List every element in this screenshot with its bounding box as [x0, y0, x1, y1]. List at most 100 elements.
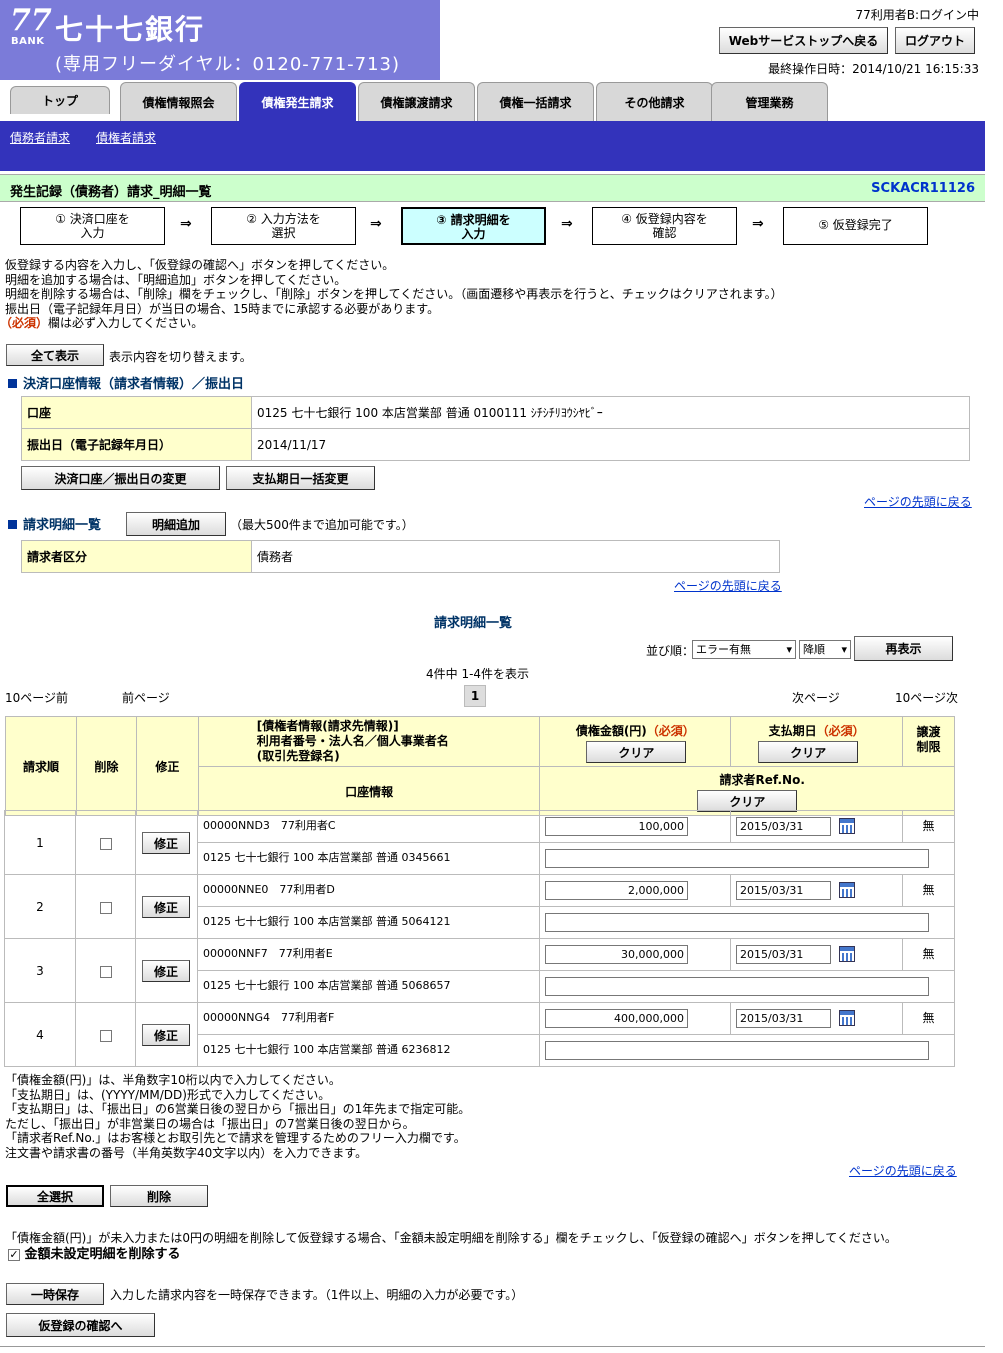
- edit-row-button[interactable]: 修正: [142, 896, 190, 918]
- tab-other-request[interactable]: その他請求: [596, 82, 713, 122]
- due-date-input[interactable]: 2015/03/31: [736, 881, 831, 900]
- step-4: ④ 仮登録内容を 確認: [592, 207, 737, 245]
- sort-key-select[interactable]: エラー有無 ▾: [692, 640, 796, 659]
- tab-management[interactable]: 管理業務: [711, 82, 828, 122]
- amount-input[interactable]: 100,000: [545, 817, 688, 836]
- cell-delete: [75, 874, 136, 939]
- calendar-icon[interactable]: [839, 882, 855, 898]
- select-all-button[interactable]: 全選択: [6, 1185, 104, 1207]
- calendar-icon[interactable]: [839, 818, 855, 834]
- edit-row-button[interactable]: 修正: [142, 832, 190, 854]
- account-info-table: 口座 0125 七十七銀行 100 本店営業部 普通 0100111 ｼﾁｼﾁﾘﾖ…: [21, 396, 970, 461]
- ref-no-input[interactable]: [545, 1041, 929, 1060]
- cell-order: 1: [4, 810, 76, 875]
- sort-order-select[interactable]: 降順 ▾: [799, 640, 851, 659]
- cell-edit: 修正: [135, 810, 198, 875]
- table-row: 2 修正 00000NNE0 77利用者D 0125 七十七銀行 100 本店営業部 …: [4, 874, 955, 939]
- back-to-top-link-1[interactable]: ページの先頭に戻る: [864, 493, 972, 510]
- confirm-registration-button[interactable]: 仮登録の確認へ: [6, 1313, 155, 1337]
- step-3-line1: ③ 請求明細を: [436, 213, 511, 227]
- add-detail-button[interactable]: 明細追加: [126, 512, 226, 536]
- col-header-order: 請求順: [5, 716, 77, 816]
- calendar-icon[interactable]: [839, 946, 855, 962]
- subnav-debtor-request[interactable]: 債務者請求: [10, 129, 70, 146]
- cell-amount: 100,000: [539, 810, 731, 843]
- amount-input[interactable]: 2,000,000: [545, 881, 688, 900]
- creditor-header-line3: (取引先登録名): [256, 749, 340, 763]
- free-dial: (専用フリーダイヤル：0120-771-713): [55, 54, 401, 75]
- cell-due-date: 2015/03/31: [730, 938, 903, 971]
- cell-transfer-limit: 無: [902, 938, 955, 971]
- step-1-line2: 入力: [80, 226, 105, 240]
- delete-button[interactable]: 削除: [110, 1185, 208, 1207]
- step-1-line1: ① 決済口座を: [55, 212, 130, 226]
- instruction-line: 明細を追加する場合は、「明細追加」ボタンを押してください。: [5, 272, 347, 287]
- transfer-header-line2: 制限: [916, 740, 941, 754]
- issue-date-value: 2014/11/17: [251, 428, 970, 461]
- due-date-input[interactable]: 2015/03/31: [736, 817, 831, 836]
- amount-clear-button[interactable]: クリア: [586, 741, 687, 763]
- ref-clear-button[interactable]: クリア: [697, 790, 798, 812]
- delete-zero-amount-checkbox[interactable]: ✓: [8, 1248, 20, 1261]
- ref-no-input[interactable]: [545, 977, 929, 996]
- cell-delete: [75, 938, 136, 1003]
- ref-no-input[interactable]: [545, 913, 929, 932]
- requester-type-value: 債務者: [251, 540, 780, 573]
- temp-save-button[interactable]: 一時保存: [6, 1283, 104, 1305]
- col-header-amount: 債権金額(円)（必須） クリア: [539, 716, 732, 767]
- table-row: 3 修正 00000NNF7 77利用者E 0125 七十七銀行 100 本店営業部 …: [4, 938, 955, 1003]
- back-to-top-link-3[interactable]: ページの先頭に戻る: [849, 1162, 957, 1179]
- tab-credit-issue[interactable]: 債権発生請求: [239, 82, 356, 122]
- delete-row-checkbox[interactable]: [99, 837, 112, 850]
- cell-creditor: 00000NNE0 77利用者D: [197, 874, 540, 907]
- change-account-date-button[interactable]: 決済口座／振出日の変更: [21, 466, 220, 490]
- step-2-line2: 選択: [271, 226, 296, 240]
- col-header-delete: 削除: [75, 716, 137, 816]
- back-to-top-link-2[interactable]: ページの先頭に戻る: [674, 577, 782, 594]
- pager-next: 次ページ: [792, 691, 840, 705]
- due-date-input[interactable]: 2015/03/31: [736, 945, 831, 964]
- subnav-creditor-request[interactable]: 債権者請求: [96, 129, 156, 146]
- delete-row-checkbox[interactable]: [99, 965, 112, 978]
- ref-no-input[interactable]: [545, 849, 929, 868]
- due-clear-button[interactable]: クリア: [758, 741, 859, 763]
- cell-edit: 修正: [135, 1002, 198, 1067]
- amount-input[interactable]: 30,000,000: [545, 945, 688, 964]
- step-arrow-1: ⇒: [180, 216, 192, 232]
- calendar-icon[interactable]: [839, 1010, 855, 1026]
- delete-row-checkbox[interactable]: [99, 1029, 112, 1042]
- cell-edit: 修正: [135, 938, 198, 1003]
- requester-type-table: 請求者区分 債務者: [21, 540, 780, 573]
- instructions: 仮登録する内容を入力し、「仮登録の確認へ」ボタンを押してください。 明細を追加す…: [0, 258, 783, 331]
- show-all-button[interactable]: 全て表示: [6, 344, 104, 366]
- page-title-bar: 発生記録（債務者）請求_明細一覧 SCKACR11126: [0, 174, 985, 202]
- amount-header-text: 債権金額(円): [575, 724, 647, 738]
- amount-input[interactable]: 400,000,000: [545, 1009, 688, 1028]
- due-date-input[interactable]: 2015/03/31: [736, 1009, 831, 1028]
- logo-number: 77: [10, 3, 52, 38]
- creditor-header-line1: [債権者情報(請求先情報)]: [256, 719, 399, 733]
- edit-row-button[interactable]: 修正: [142, 960, 190, 982]
- tab-credit-transfer[interactable]: 債権譲渡請求: [358, 82, 475, 122]
- cell-ref: [539, 1034, 955, 1067]
- table-row: 4 修正 00000NNG4 77利用者F 0125 七十七銀行 100 本店営業部 …: [4, 1002, 955, 1067]
- redisplay-button[interactable]: 再表示: [854, 636, 953, 661]
- tab-credit-inquiry[interactable]: 債権情報照会: [120, 82, 237, 122]
- tab-bulk-request[interactable]: 債権一括請求: [477, 82, 594, 122]
- due-header-text: 支払期日: [768, 724, 817, 738]
- delete-row-checkbox[interactable]: [99, 901, 112, 914]
- bulk-due-date-change-button[interactable]: 支払期日一括変更: [226, 466, 375, 490]
- footer-divider: [0, 1346, 985, 1347]
- note-line: 「支払期日」は、「振出日」の6営業日後の翌日から「振出日」の1年先まで指定可能。: [5, 1102, 471, 1116]
- pager-current-page[interactable]: 1: [464, 685, 486, 707]
- sort-label: 並び順：: [646, 644, 695, 658]
- web-top-button[interactable]: Webサービストップへ戻る: [719, 27, 888, 54]
- tab-top[interactable]: トップ: [10, 86, 110, 114]
- cell-delete: [75, 810, 136, 875]
- account-section-heading: 決済口座情報（請求者情報）／振出日: [8, 373, 244, 392]
- col-header-edit: 修正: [135, 716, 199, 816]
- required-mark: （必須）: [0, 316, 49, 330]
- logout-button[interactable]: ログアウト: [895, 27, 975, 54]
- edit-row-button[interactable]: 修正: [142, 1024, 190, 1046]
- step-4-line2: 確認: [652, 226, 677, 240]
